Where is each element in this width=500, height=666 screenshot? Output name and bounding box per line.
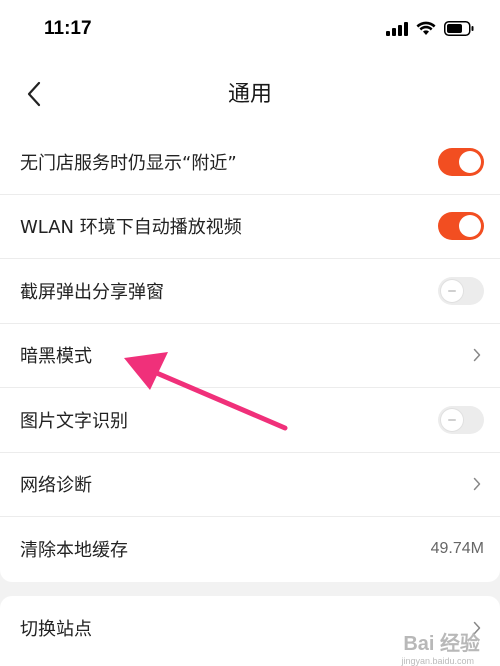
- status-icons: [386, 20, 474, 40]
- toggle-knob: [441, 279, 463, 302]
- wlan-autoplay-toggle[interactable]: [438, 212, 484, 241]
- watermark-url: jingyan.baidu.com: [401, 656, 474, 666]
- wifi-icon: [416, 21, 436, 40]
- page-title: 通用: [227, 82, 272, 107]
- setting-label: 图片文字识别: [20, 410, 128, 432]
- nav-bar: 通用: [0, 62, 500, 130]
- image-text-recognition-toggle[interactable]: [438, 405, 484, 434]
- setting-row-nearby: 无门店服务时仍显示“附近”: [0, 130, 500, 195]
- screenshot-share-toggle[interactable]: [438, 276, 484, 305]
- cache-size-value: 49.74M: [430, 540, 484, 558]
- settings-group: 无门店服务时仍显示“附近” WLAN 环境下自动播放视频 截屏弹出分享弹窗 暗黑…: [0, 130, 500, 582]
- watermark-text: Bai 经验: [403, 633, 480, 655]
- status-bar: 11:17: [0, 0, 500, 62]
- setting-row-screenshot-share: 截屏弹出分享弹窗: [0, 259, 500, 324]
- nearby-toggle[interactable]: [438, 147, 484, 176]
- setting-row-network-diagnosis[interactable]: 网络诊断: [0, 453, 500, 517]
- toggle-knob: [459, 215, 481, 238]
- chevron-right-icon: [470, 474, 484, 494]
- watermark-logo: Bai 经验: [403, 627, 480, 656]
- setting-row-wlan-autoplay: WLAN 环境下自动播放视频: [0, 195, 500, 259]
- toggle-knob: [459, 150, 481, 173]
- setting-label: WLAN 环境下自动播放视频: [20, 217, 242, 239]
- battery-icon: [444, 20, 474, 40]
- setting-row-dark-mode[interactable]: 暗黑模式: [0, 324, 500, 388]
- setting-label: 网络诊断: [20, 475, 92, 497]
- setting-row-image-text-recognition: 图片文字识别: [0, 388, 500, 453]
- setting-label: 清除本地缓存: [20, 540, 128, 562]
- toggle-knob: [441, 408, 463, 431]
- chevron-right-icon: [470, 345, 484, 365]
- setting-label: 无门店服务时仍显示“附近”: [20, 152, 237, 174]
- setting-label: 截屏弹出分享弹窗: [20, 281, 164, 303]
- status-time: 11:17: [44, 18, 92, 39]
- setting-label: 暗黑模式: [20, 346, 92, 368]
- setting-row-clear-cache[interactable]: 清除本地缓存 49.74M: [0, 517, 500, 582]
- signal-icon: [386, 21, 408, 40]
